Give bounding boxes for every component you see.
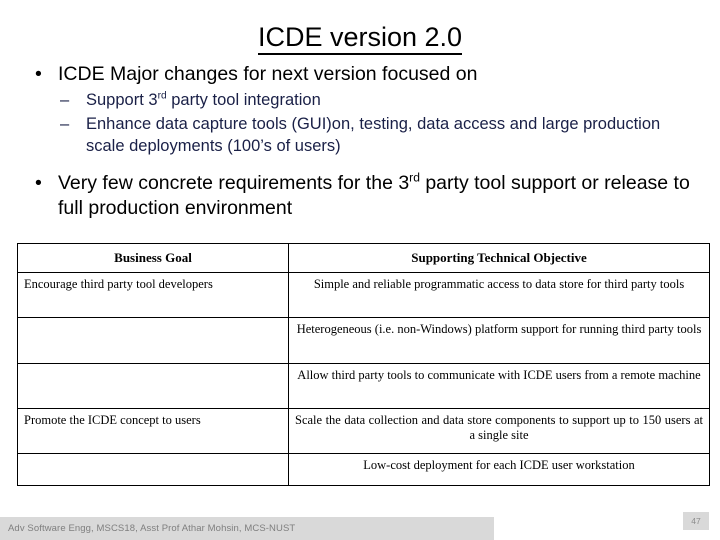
table-header-row: Business Goal Supporting Technical Objec… — [17, 243, 710, 273]
table-cell-objective: Simple and reliable programmatic access … — [288, 271, 710, 318]
bullet-level1-item-2-text-before: Very few concrete requirements for the 3 — [58, 172, 410, 194]
bullet-level1-item-1-text: ICDE Major changes for next version focu… — [58, 63, 478, 85]
table-row: Low-cost deployment for each ICDE user w… — [17, 452, 710, 486]
table-row: Promote the ICDE concept to users Scale … — [17, 407, 710, 454]
table-cell-objective: Scale the data collection and data store… — [288, 407, 710, 454]
slide-canvas: ICDE version 2.0 • ICDE Major changes for… — [0, 0, 720, 540]
table-row: Allow third party tools to communicate w… — [17, 362, 710, 409]
table-cell-goal — [17, 452, 289, 486]
table-cell-objective: Low-cost deployment for each ICDE user w… — [288, 452, 710, 486]
bullet-level1-item-2-superscript: rd — [409, 170, 420, 185]
page-title: ICDE version 2.0 — [0, 22, 720, 55]
page-title-text: ICDE version 2.0 — [257, 22, 463, 55]
bullet-level1-item-2: • Very few concrete requirements for the … — [0, 171, 720, 221]
table-cell-goal: Promote the ICDE concept to users — [17, 407, 289, 454]
bullet-level2-item-1-text-after: party tool integration — [166, 91, 321, 109]
table-row: Heterogeneous (i.e. non-Windows) platfor… — [17, 316, 710, 364]
table-cell-goal: Encourage third party tool developers — [17, 271, 289, 318]
table-cell-objective: Heterogeneous (i.e. non-Windows) platfor… — [288, 316, 710, 364]
bullet-level2-item-1-text-before: Support 3 — [86, 91, 158, 109]
table-cell-objective: Allow third party tools to communicate w… — [288, 362, 710, 409]
slide-body: • ICDE Major changes for next version foc… — [0, 62, 720, 223]
table-cell-goal — [17, 316, 289, 364]
table-header-supporting-objective: Supporting Technical Objective — [288, 243, 710, 273]
bullet-level1-item-1: • ICDE Major changes for next version foc… — [0, 62, 720, 87]
bullet-level2-item-2-text: Enhance data capture tools (GUI)on, test… — [86, 115, 661, 155]
dash-marker-icon: – — [60, 115, 70, 133]
bullet-level2-item-1: – Support 3rd party tool integration — [0, 89, 720, 111]
bullet-level2-item-2: – Enhance data capture tools (GUI)on, tes… — [0, 113, 720, 157]
bullet-marker-icon: • — [35, 172, 42, 194]
table-row: Encourage third party tool developers Si… — [17, 271, 710, 318]
business-goal-table: Business Goal Supporting Technical Objec… — [17, 243, 710, 486]
page-number: 47 — [683, 512, 709, 530]
bullet-marker-icon: • — [35, 63, 42, 85]
table-header-business-goal: Business Goal — [17, 243, 289, 273]
bullet-level2-item-1-superscript: rd — [157, 90, 167, 102]
table-cell-goal — [17, 362, 289, 409]
footer-text: Adv Software Engg, MSCS18, Asst Prof Ath… — [8, 523, 296, 534]
dash-marker-icon: – — [60, 91, 70, 109]
